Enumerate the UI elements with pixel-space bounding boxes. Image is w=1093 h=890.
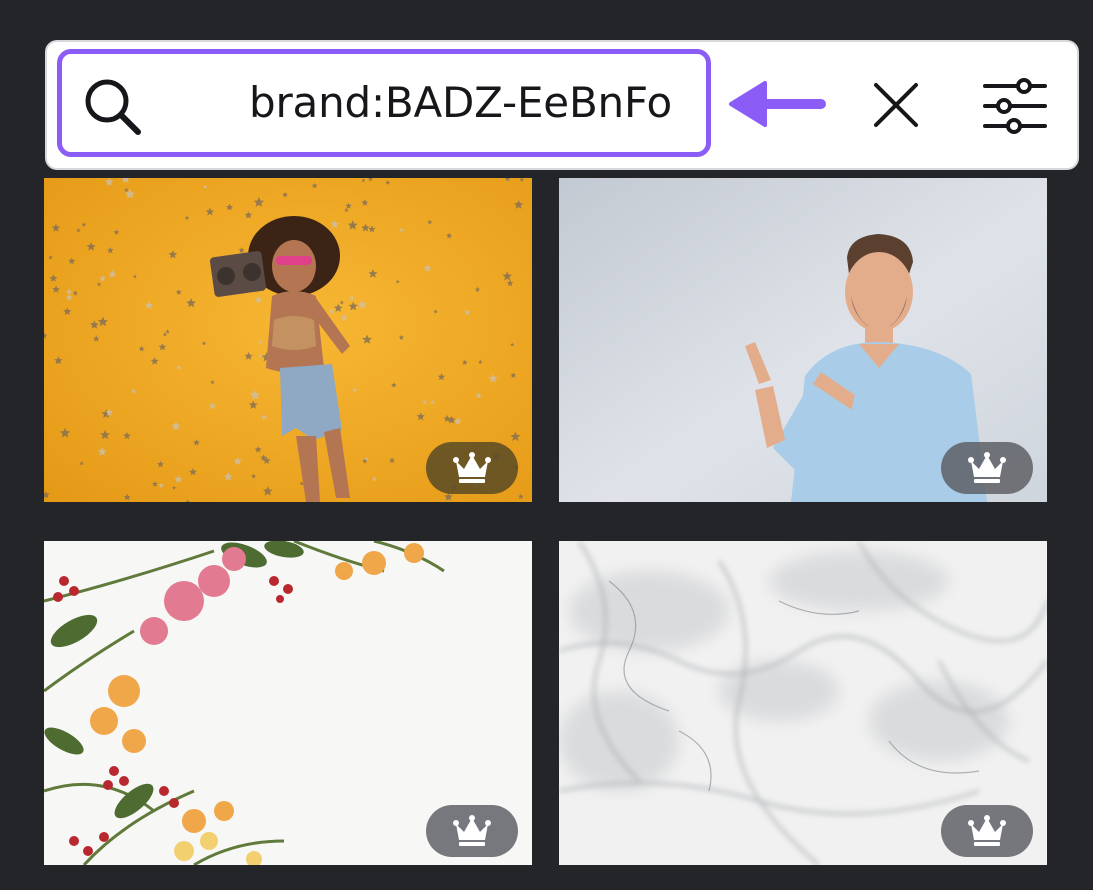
- search-query[interactable]: brand:BADZ-EeBnFo: [249, 54, 672, 152]
- premium-badge: [941, 442, 1033, 494]
- crown-icon: [968, 452, 1006, 483]
- clear-search-button[interactable]: [862, 76, 930, 134]
- premium-badge: [426, 805, 518, 857]
- crown-icon: [453, 815, 491, 846]
- result-image-1[interactable]: [44, 178, 532, 502]
- arrow-left-icon: [729, 81, 826, 127]
- search-input[interactable]: brand:BADZ-EeBnFo: [57, 49, 711, 157]
- result-image-2[interactable]: [559, 178, 1047, 502]
- result-image-4[interactable]: [559, 541, 1047, 865]
- crown-icon: [968, 815, 1006, 846]
- premium-badge: [426, 442, 518, 494]
- crown-icon: [453, 452, 491, 483]
- app-canvas: brand:BADZ-EeBnFo: [0, 0, 1093, 890]
- search-bar: brand:BADZ-EeBnFo: [45, 40, 1079, 170]
- result-image-3[interactable]: [44, 541, 532, 865]
- sliders-icon: [983, 78, 1047, 134]
- close-icon: [874, 83, 918, 127]
- premium-badge: [941, 805, 1033, 857]
- filter-button[interactable]: [975, 68, 1055, 144]
- search-icon[interactable]: [80, 74, 144, 138]
